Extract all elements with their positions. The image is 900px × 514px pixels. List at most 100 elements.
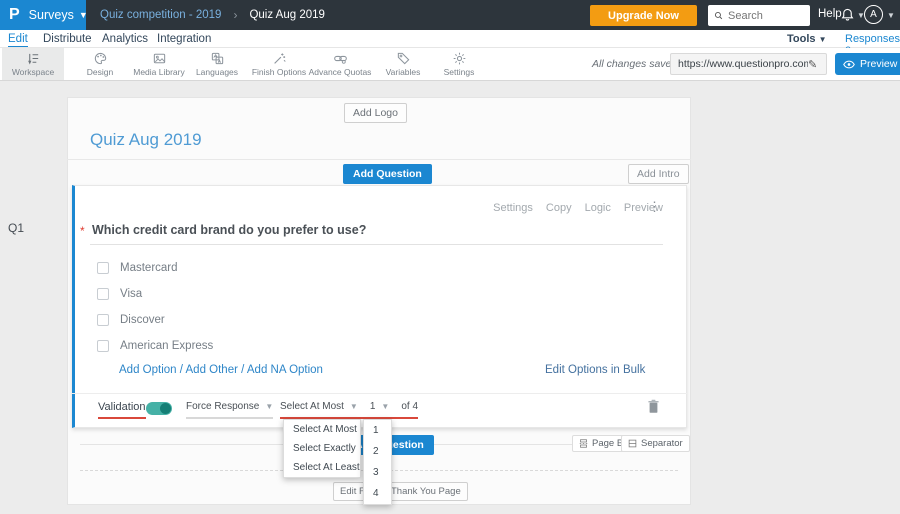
help-link[interactable]: Help — [818, 8, 842, 20]
question-logic-link[interactable]: Logic — [585, 202, 611, 214]
required-asterisk: * — [80, 224, 85, 238]
toolbar-item-finish-options[interactable]: Finish Options — [248, 48, 310, 80]
global-search[interactable] — [708, 5, 810, 26]
image-icon — [153, 53, 165, 64]
answer-option-row: Discover — [97, 314, 165, 326]
separator-button[interactable]: Separator — [621, 435, 690, 452]
gear-icon — [453, 52, 465, 65]
menu-item-select-at-most[interactable]: Select At Most — [284, 420, 360, 439]
question-copy-link[interactable]: Copy — [546, 202, 572, 214]
answer-option-row: American Express — [97, 340, 213, 352]
option-label[interactable]: Discover — [120, 314, 165, 326]
tab-integration[interactable]: Integration — [157, 33, 211, 45]
thank-you-page-button[interactable]: Thank You Page — [384, 482, 468, 501]
add-option-link[interactable]: Add Option — [119, 364, 177, 376]
tab-edit[interactable]: Edit — [8, 33, 28, 47]
menu-item-select-exactly[interactable]: Select Exactly — [284, 439, 360, 458]
divider — [67, 159, 691, 160]
chevron-down-icon: ▼ — [381, 402, 390, 411]
checkbox-icon[interactable] — [97, 340, 109, 352]
add-intro-button[interactable]: Add Intro — [628, 164, 689, 184]
rule-dropdown[interactable]: Select At Most — [280, 401, 344, 412]
toolbar-item-advance-quotas[interactable]: Advance Quotas — [309, 48, 371, 80]
option-label[interactable]: Mastercard — [120, 262, 178, 274]
tag-icon — [397, 52, 409, 65]
toolbar-item-variables[interactable]: Variables — [372, 48, 434, 80]
rule-dropdown-menu: Select At Most Select Exactly Select At … — [283, 419, 361, 478]
checkbox-icon[interactable] — [97, 288, 109, 300]
page-break-icon — [579, 439, 588, 448]
rule-value-dropdown-menu: 1 2 3 4 — [363, 419, 392, 505]
product-switcher[interactable]: P Surveys ▼ — [0, 0, 88, 30]
account-chevron-icon[interactable]: ▼ — [887, 11, 895, 20]
search-icon — [714, 11, 723, 20]
rule-of-total: of 4 — [401, 401, 419, 412]
validation-label: Validation — [98, 401, 146, 419]
breadcrumb-folder[interactable]: Quiz competition - 2019 — [100, 9, 221, 21]
links-icon — [333, 55, 347, 64]
question-text-underline — [90, 244, 663, 245]
toggle-knob — [160, 403, 171, 414]
toolbar-item-media-library[interactable]: Media Library — [128, 48, 190, 80]
chevron-down-icon: ▼ — [818, 35, 827, 44]
product-menu-label: Surveys — [28, 8, 74, 22]
avatar-initial: A — [870, 9, 877, 20]
toolbar-item-languages[interactable]: Languages — [186, 48, 248, 80]
edit-options-in-bulk-link[interactable]: Edit Options in Bulk — [545, 364, 645, 376]
translate-icon — [211, 52, 223, 65]
kebab-menu-icon[interactable]: ⋮ — [648, 199, 661, 215]
menu-item-3[interactable]: 3 — [364, 462, 391, 483]
magic-wand-icon — [273, 53, 286, 64]
chevron-down-icon: ▼ — [78, 10, 88, 20]
answer-option-row: Mastercard — [97, 262, 178, 274]
add-logo-button[interactable]: Add Logo — [344, 103, 407, 123]
checkbox-icon[interactable] — [97, 262, 109, 274]
option-label[interactable]: American Express — [120, 340, 213, 352]
palette-icon — [94, 52, 106, 65]
search-input[interactable] — [728, 9, 804, 22]
survey-title[interactable]: Quiz Aug 2019 — [90, 130, 202, 150]
question-settings-link[interactable]: Settings — [493, 202, 533, 214]
validation-rule-controls: Select At Most ▼ 1 ▼ of 4 — [280, 401, 419, 419]
eye-icon — [843, 60, 855, 68]
preview-button[interactable]: Preview — [835, 53, 900, 75]
toolbar-item-settings[interactable]: Settings — [428, 48, 490, 80]
edit-url-pencil-icon[interactable]: ✎ — [808, 58, 817, 71]
chevron-down-icon: ▼ — [349, 402, 358, 411]
checkbox-icon[interactable] — [97, 314, 109, 326]
validation-toggle[interactable] — [146, 402, 172, 415]
top-bar: P Surveys ▼ Quiz competition - 2019 › Qu… — [0, 0, 900, 30]
question-card — [72, 185, 687, 428]
breadcrumb-current-survey: Quiz Aug 2019 — [249, 9, 325, 21]
delete-question-trash-icon[interactable] — [647, 399, 660, 419]
tab-distribute[interactable]: Distribute — [43, 33, 92, 45]
menu-item-2[interactable]: 2 — [364, 441, 391, 462]
survey-url-input[interactable] — [678, 58, 808, 70]
tools-menu[interactable]: Tools ▼ — [787, 33, 827, 45]
add-other-link[interactable]: Add Other — [186, 364, 238, 376]
slash-separator: / — [237, 364, 247, 376]
breadcrumb-separator-icon: › — [233, 8, 238, 22]
avatar[interactable]: A — [864, 5, 883, 24]
menu-item-1[interactable]: 1 — [364, 420, 391, 441]
autosave-status: All changes saved — [592, 58, 678, 70]
rule-value-dropdown[interactable]: 1 — [370, 401, 376, 412]
tab-analytics[interactable]: Analytics — [102, 33, 148, 45]
workspace-icon — [27, 53, 38, 65]
menu-item-4[interactable]: 4 — [364, 483, 391, 504]
add-na-option-link[interactable]: Add NA Option — [247, 364, 323, 376]
questionpro-survey-editor: P Surveys ▼ Quiz competition - 2019 › Qu… — [0, 0, 900, 514]
upgrade-now-button[interactable]: Upgrade Now — [590, 5, 697, 26]
add-question-button[interactable]: Add Question — [343, 164, 432, 184]
toolbar-item-design[interactable]: Design — [69, 48, 131, 80]
menu-item-select-at-least[interactable]: Select At Least — [284, 458, 360, 477]
answer-option-row: Visa — [97, 288, 142, 300]
separator-icon — [628, 439, 637, 448]
notifications-bell-icon[interactable] — [840, 7, 855, 28]
survey-url-field[interactable]: ✎ — [670, 53, 827, 75]
force-response-dropdown[interactable]: Force Response ▼ — [186, 401, 274, 419]
option-label[interactable]: Visa — [120, 288, 142, 300]
breadcrumb: Quiz competition - 2019 › Quiz Aug 2019 — [100, 0, 325, 30]
toolbar-item-workspace[interactable]: Workspace — [2, 48, 64, 80]
question-text[interactable]: Which credit card brand do you prefer to… — [92, 223, 366, 237]
